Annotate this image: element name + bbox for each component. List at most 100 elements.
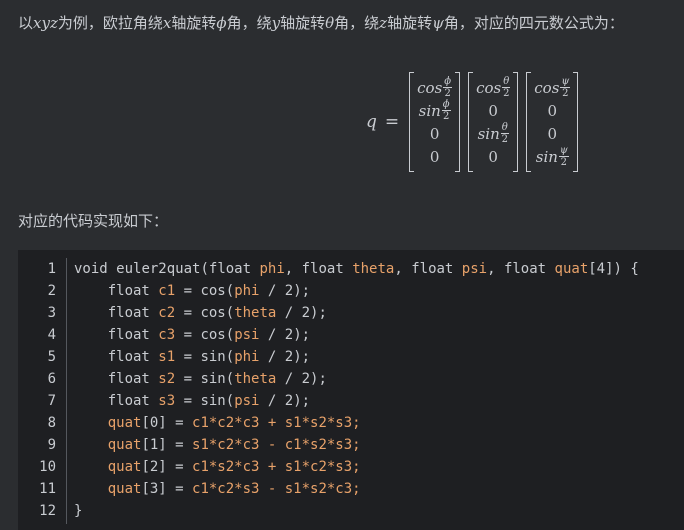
quaternion-formula: q = cos ϕ 2 sin ϕ 2 0 0 cos θ 2 0 sin θ 2 0 cos ψ 2 0 0 sin ψ 2	[366, 72, 586, 172]
code-line: 4 float c3 = cos(psi / 2);	[18, 324, 684, 346]
fraction-numerator: θ	[500, 121, 509, 134]
matrix-value: 0	[429, 147, 440, 166]
code-line: 9 quat[1] = s1*c2*c3 - c1*s2*s3;	[18, 434, 684, 456]
trig-function: cos	[417, 78, 443, 97]
fraction-denominator: 2	[444, 87, 451, 99]
code-token: (	[225, 327, 235, 343]
code-token: =	[175, 283, 201, 299]
code-token: quat	[107, 459, 142, 475]
code-token: sin	[200, 371, 226, 387]
code-token: float	[74, 393, 159, 409]
code-token: quat	[554, 261, 589, 277]
code-token: s1	[158, 349, 176, 365]
code-token: psi	[461, 261, 488, 277]
matrix-value: 0	[547, 101, 558, 120]
code-token: phi	[259, 261, 285, 277]
fraction: ψ2	[560, 75, 571, 99]
matrix-cell: 0	[488, 99, 498, 122]
code-block[interactable]: 1 void euler2quat(float phi, float theta,…	[18, 250, 684, 530]
line-number: 11	[39, 481, 56, 497]
intro-part-6: 角，绕	[334, 14, 380, 32]
line-number: 8	[47, 415, 56, 431]
line-number: 5	[47, 349, 56, 365]
code-token: sin	[200, 393, 226, 409]
math-var-theta: θ	[325, 14, 335, 32]
intro-part-8: 角，对应的四元数公式为：	[443, 14, 624, 32]
code-token: / 2);	[259, 283, 311, 299]
code-text: float c3 = cos(psi / 2);	[74, 324, 310, 346]
code-token: theta	[234, 371, 277, 387]
code-token: =	[175, 371, 201, 387]
code-token: float	[74, 305, 159, 321]
line-number: 1	[47, 261, 56, 277]
code-token: psi	[234, 327, 260, 343]
intro-part-1: 以	[18, 14, 34, 32]
formula-lhs: q	[366, 112, 377, 132]
code-token: =	[175, 393, 201, 409]
code-token: [0] =	[141, 415, 193, 431]
code-token: }	[74, 503, 83, 519]
matrix-value: 0	[429, 124, 440, 143]
matrix-cell: sin ϕ 2	[419, 99, 451, 122]
code-line: 6 float s2 = sin(theta / 2);	[18, 368, 684, 390]
quaternion-matrix: cos ψ 2 0 0 sin ψ 2	[526, 72, 579, 172]
code-token: c1*c2*c3 + s1*s2*s3;	[192, 415, 361, 431]
code-line: 3 float c2 = cos(theta / 2);	[18, 302, 684, 324]
code-token: float	[301, 261, 353, 277]
math-var-xyz: xyz	[33, 14, 58, 32]
code-text: quat[2] = c1*s2*c3 + s1*c2*s3;	[74, 456, 361, 478]
code-token: sin	[200, 349, 226, 365]
code-token: cos	[200, 283, 226, 299]
quaternion-matrix: cos θ 2 0 sin θ 2 0	[468, 72, 519, 172]
code-token: float	[411, 261, 462, 277]
quaternion-matrix: cos ϕ 2 sin ϕ 2 0 0	[409, 72, 461, 172]
code-token: [2] =	[141, 459, 193, 475]
code-token: c2	[158, 305, 176, 321]
code-token: c1*s2*c3 + s1*c2*s3;	[192, 459, 361, 475]
fraction: θ2	[500, 121, 509, 145]
code-token: theta	[234, 305, 277, 321]
code-token: c1*c2*s3 - s1*s2*c3;	[192, 481, 361, 497]
matrix-cell: cos θ 2	[476, 76, 511, 99]
code-line: 12}	[18, 500, 684, 522]
code-token: =	[175, 305, 201, 321]
code-token: [3] =	[141, 481, 193, 497]
intro-part-3: 轴旋转	[171, 14, 217, 32]
fraction-denominator: 2	[560, 156, 568, 168]
code-token: (	[225, 305, 235, 321]
fraction: ϕ2	[441, 99, 451, 122]
matrix-cell: 0	[548, 122, 558, 145]
code-token: (	[225, 393, 235, 409]
code-text: quat[1] = s1*c2*c3 - c1*s2*s3;	[74, 434, 361, 456]
code-token: / 2);	[276, 305, 327, 321]
code-token: float	[74, 327, 159, 343]
code-intro-text: 对应的代码实现如下：	[18, 212, 169, 230]
matrix-cell: 0	[548, 99, 558, 122]
code-token: (	[225, 371, 235, 387]
fraction: θ2	[502, 76, 511, 99]
math-var-z: z	[379, 14, 388, 32]
matrix-cell: 0	[488, 145, 498, 168]
code-line: 1 void euler2quat(float phi, float theta,…	[18, 258, 684, 280]
code-token: void	[74, 261, 117, 277]
code-token: c1	[158, 283, 176, 299]
fraction-numerator: ψ	[560, 75, 571, 88]
code-token: ,	[394, 261, 412, 277]
code-token: s2	[158, 371, 176, 387]
code-token: s1*c2*c3 - c1*s2*s3;	[192, 437, 361, 453]
code-text: }	[74, 500, 82, 522]
code-line: 7 float s3 = sin(psi / 2);	[18, 390, 684, 412]
code-text: float c2 = cos(theta / 2);	[74, 302, 327, 324]
code-token: =	[175, 327, 201, 343]
code-token: phi	[234, 349, 260, 365]
code-token: quat	[107, 437, 142, 453]
code-token: theta	[352, 261, 395, 277]
code-token: psi	[234, 393, 260, 409]
matrix-cell: 0	[430, 122, 440, 145]
line-number: 7	[47, 393, 56, 409]
trig-function: sin	[418, 101, 441, 120]
code-line: 8 quat[0] = c1*c2*c3 + s1*s2*s3;	[18, 412, 684, 434]
